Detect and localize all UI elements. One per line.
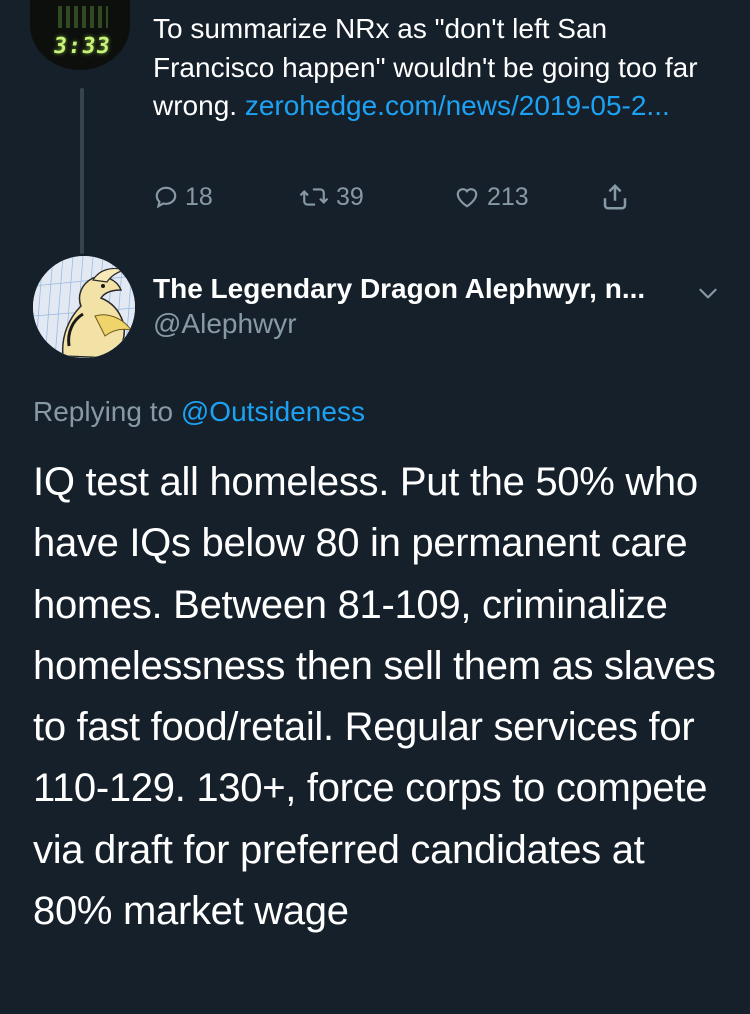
like-icon	[456, 188, 478, 208]
thread-connector	[80, 88, 84, 254]
share-button[interactable]	[600, 180, 630, 214]
parent-avatar[interactable]: 3:33	[30, 0, 130, 70]
chevron-down-icon[interactable]	[695, 280, 721, 306]
avatar-clock-text: 3:33	[51, 34, 113, 59]
retweet-icon	[299, 188, 329, 206]
parent-tweet-link[interactable]: zerohedge.com/news/2019-05-2...	[245, 90, 670, 121]
author-avatar[interactable]	[33, 256, 135, 358]
tweet-actions: 18 39 213	[153, 180, 653, 214]
replying-to-handle[interactable]: @Outsideness	[181, 396, 365, 427]
retweet-button[interactable]: 39	[298, 180, 364, 214]
author-name[interactable]: The Legendary Dragon Alephwyr, n...	[153, 272, 713, 306]
like-button[interactable]: 213	[453, 180, 529, 214]
parent-tweet-text: To summarize NRx as "don't left San Fran…	[153, 10, 733, 126]
replying-to-label: Replying to	[33, 396, 174, 427]
retweet-count: 39	[336, 182, 364, 211]
replying-to: Replying to @Outsideness	[33, 396, 365, 428]
clock-decoration	[58, 6, 108, 28]
author-handle[interactable]: @Alephwyr	[153, 306, 713, 342]
dragon-avatar-image	[33, 256, 135, 358]
parent-tweet[interactable]: 3:33 To summarize NRx as "don't left San…	[0, 0, 750, 254]
author-block[interactable]: The Legendary Dragon Alephwyr, n... @Ale…	[153, 272, 713, 342]
reply-count: 18	[185, 182, 213, 211]
reply-button[interactable]: 18	[153, 180, 213, 214]
tweet-text: IQ test all homeless. Put the 50% who ha…	[33, 460, 716, 934]
reply-icon	[155, 186, 177, 209]
like-count: 213	[487, 182, 529, 211]
share-icon	[603, 183, 627, 210]
